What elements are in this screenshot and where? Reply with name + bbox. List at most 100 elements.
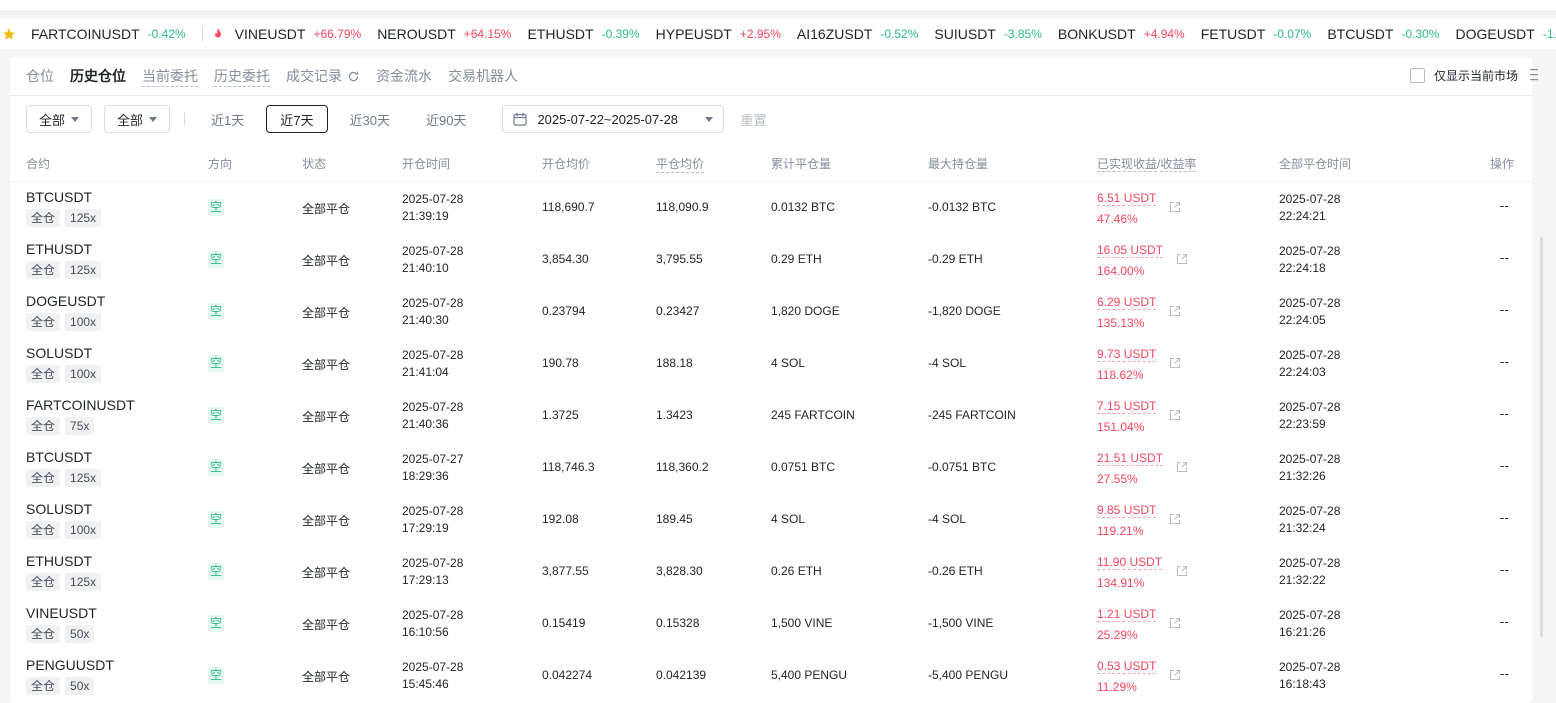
row-tags: 全仓 125x (26, 469, 106, 487)
tab-item[interactable]: 当前委托 (142, 66, 198, 87)
tab-bar: 仓位 历史仓位 当前委托 历史委托 成交记录 资金流水 交易机器人 (26, 57, 534, 95)
row-symbol[interactable]: SOLUSDT (26, 501, 92, 517)
pnl-amount[interactable]: 0.53 USDT (1097, 659, 1157, 674)
row-symbol[interactable]: PENGUUSDT (26, 657, 114, 673)
row-open-time: 2025-07-28 15:45:46 (402, 659, 463, 693)
date-range-picker[interactable]: 2025-07-22~2025-07-28 (502, 105, 725, 133)
type-filter-dropdown[interactable]: 全部 (26, 105, 93, 133)
col-pnl-a[interactable]: 已实现收益 (1097, 157, 1158, 172)
ticker-symbol: BTCUSDT (1327, 26, 1394, 42)
margin-mode-tag: 全仓 (26, 573, 61, 591)
margin-mode-tag: 全仓 (26, 313, 61, 331)
pnl-roi: 135.13% (1097, 316, 1145, 330)
pnl-amount[interactable]: 6.51 USDT (1097, 191, 1157, 206)
share-icon[interactable] (1169, 305, 1181, 317)
pnl-amount[interactable]: 6.29 USDT (1097, 295, 1157, 310)
pnl-amount[interactable]: 7.15 USDT (1097, 399, 1157, 414)
open-clock: 21:40:30 (402, 313, 449, 327)
ticker-item[interactable]: BONKUSDT +4.94% (1058, 26, 1185, 42)
ticker-item[interactable]: AI16ZUSDT -0.52% (797, 26, 919, 42)
close-clock: 21:32:22 (1279, 573, 1326, 587)
row-symbol[interactable]: ETHUSDT (26, 553, 92, 569)
tab-label: 历史仓位 (70, 68, 126, 84)
share-icon[interactable] (1176, 253, 1188, 265)
share-icon[interactable] (1169, 513, 1181, 525)
tab-item[interactable]: 资金流水 (376, 66, 432, 86)
ticker-item[interactable]: VINEUSDT +66.79% (235, 26, 362, 42)
row-pnl: 6.51 USDT 47.46% (1097, 188, 1157, 230)
checkbox[interactable] (1409, 68, 1425, 83)
direction-filter-dropdown[interactable]: 全部 (104, 105, 171, 133)
share-icon[interactable] (1169, 617, 1181, 629)
scrollbar[interactable] (1540, 237, 1543, 637)
pnl-amount[interactable]: 1.21 USDT (1097, 607, 1157, 622)
only-current-market-toggle[interactable]: 仅显示当前市场 (1409, 67, 1518, 84)
pnl-amount[interactable]: 9.85 USDT (1097, 503, 1157, 518)
ticker-item[interactable]: DOGEUSDT -1.11% (1455, 26, 1556, 42)
menu-icon[interactable] (1530, 68, 1538, 82)
refresh-icon[interactable] (347, 70, 360, 83)
row-status: 全部平仓 (302, 358, 351, 372)
pnl-roi: 47.46% (1097, 212, 1138, 226)
row-closed-qty: 5,400 PENGU (771, 668, 848, 682)
ticker-item[interactable]: BTCUSDT -0.30% (1327, 26, 1439, 42)
row-symbol[interactable]: SOLUSDT (26, 345, 92, 361)
row-symbol[interactable]: VINEUSDT (26, 605, 97, 621)
pnl-amount[interactable]: 21.51 USDT (1097, 451, 1164, 466)
table-row: VINEUSDT 全仓 50x 空 全部平仓 2025-07-28 16:10:56 0.15… (10, 598, 1532, 650)
ticker-item[interactable]: FETUSDT -0.07% (1201, 26, 1312, 42)
ticker-item[interactable]: FARTCOINUSDT -0.42% (31, 26, 186, 42)
row-pnl: 9.73 USDT 118.62% (1097, 344, 1157, 386)
range-option[interactable]: 近90天 (412, 105, 480, 133)
row-action: -- (1500, 250, 1509, 265)
open-clock: 21:40:10 (402, 261, 449, 275)
tab-item[interactable]: 仓位 (26, 66, 54, 86)
row-symbol[interactable]: BTCUSDT (26, 449, 92, 465)
row-symbol[interactable]: ETHUSDT (26, 241, 92, 257)
row-closed-qty: 0.0751 BTC (771, 460, 836, 474)
share-icon[interactable] (1169, 201, 1181, 213)
share-icon[interactable] (1176, 565, 1188, 577)
pnl-amount[interactable]: 11.90 USDT (1097, 555, 1163, 570)
star-icon[interactable] (2, 27, 16, 41)
row-max-qty: -5,400 PENGU (928, 668, 1009, 682)
col-close-avg[interactable]: 平仓均价 (656, 155, 705, 173)
range-option[interactable]: 近1天 (197, 105, 258, 133)
row-symbol[interactable]: BTCUSDT (26, 189, 92, 205)
share-icon[interactable] (1169, 669, 1181, 681)
ticker-item[interactable]: SUIUSDT -3.85% (934, 26, 1041, 42)
margin-mode-tag: 全仓 (26, 417, 61, 435)
row-symbol[interactable]: FARTCOINUSDT (26, 397, 135, 413)
tab-item[interactable]: 历史仓位 (70, 66, 126, 86)
tab-item[interactable]: 交易机器人 (448, 66, 518, 86)
pnl-amount[interactable]: 9.73 USDT (1097, 347, 1157, 362)
leverage-tag: 75x (65, 417, 95, 435)
close-date: 2025-07-28 (1279, 504, 1341, 518)
caret-down-icon (71, 116, 80, 122)
tab-item[interactable]: 成交记录 (286, 66, 360, 86)
direction-badge: 空 (208, 459, 224, 476)
reset-button[interactable]: 重置 (740, 110, 766, 129)
share-icon[interactable] (1169, 409, 1181, 421)
row-status: 全部平仓 (302, 514, 351, 528)
share-icon[interactable] (1169, 357, 1181, 369)
open-date: 2025-07-28 (402, 192, 464, 206)
share-icon[interactable] (1176, 461, 1188, 473)
only-current-market-label: 仅显示当前市场 (1433, 69, 1518, 83)
tab-label: 历史委托 (214, 66, 270, 87)
ticker-item[interactable]: NEROUSDT +64.15% (377, 26, 511, 42)
table-header: 合约 方向 状态 开仓时间 开仓均价 平仓均价 累计平仓量 最大持仓量 已实现收… (10, 151, 1532, 177)
row-pnl: 1.21 USDT 25.29% (1097, 604, 1157, 646)
tab-item[interactable]: 历史委托 (214, 66, 270, 87)
ticker-item[interactable]: HYPEUSDT +2.95% (656, 26, 781, 42)
open-date: 2025-07-28 (402, 504, 464, 518)
range-option[interactable]: 近7天 (266, 105, 328, 133)
table-row: SOLUSDT 全仓 100x 空 全部平仓 2025-07-28 21:41:04 190.… (10, 338, 1532, 390)
ticker-item[interactable]: ETHUSDT -0.39% (527, 26, 639, 42)
range-option[interactable]: 近30天 (336, 105, 404, 133)
col-pnl-b[interactable]: 收益率 (1160, 157, 1197, 172)
row-pnl: 7.15 USDT 151.04% (1097, 396, 1157, 438)
pnl-amount[interactable]: 16.05 USDT (1097, 243, 1164, 258)
row-close-avg: 118,090.9 (656, 200, 709, 214)
row-symbol[interactable]: DOGEUSDT (26, 293, 105, 309)
